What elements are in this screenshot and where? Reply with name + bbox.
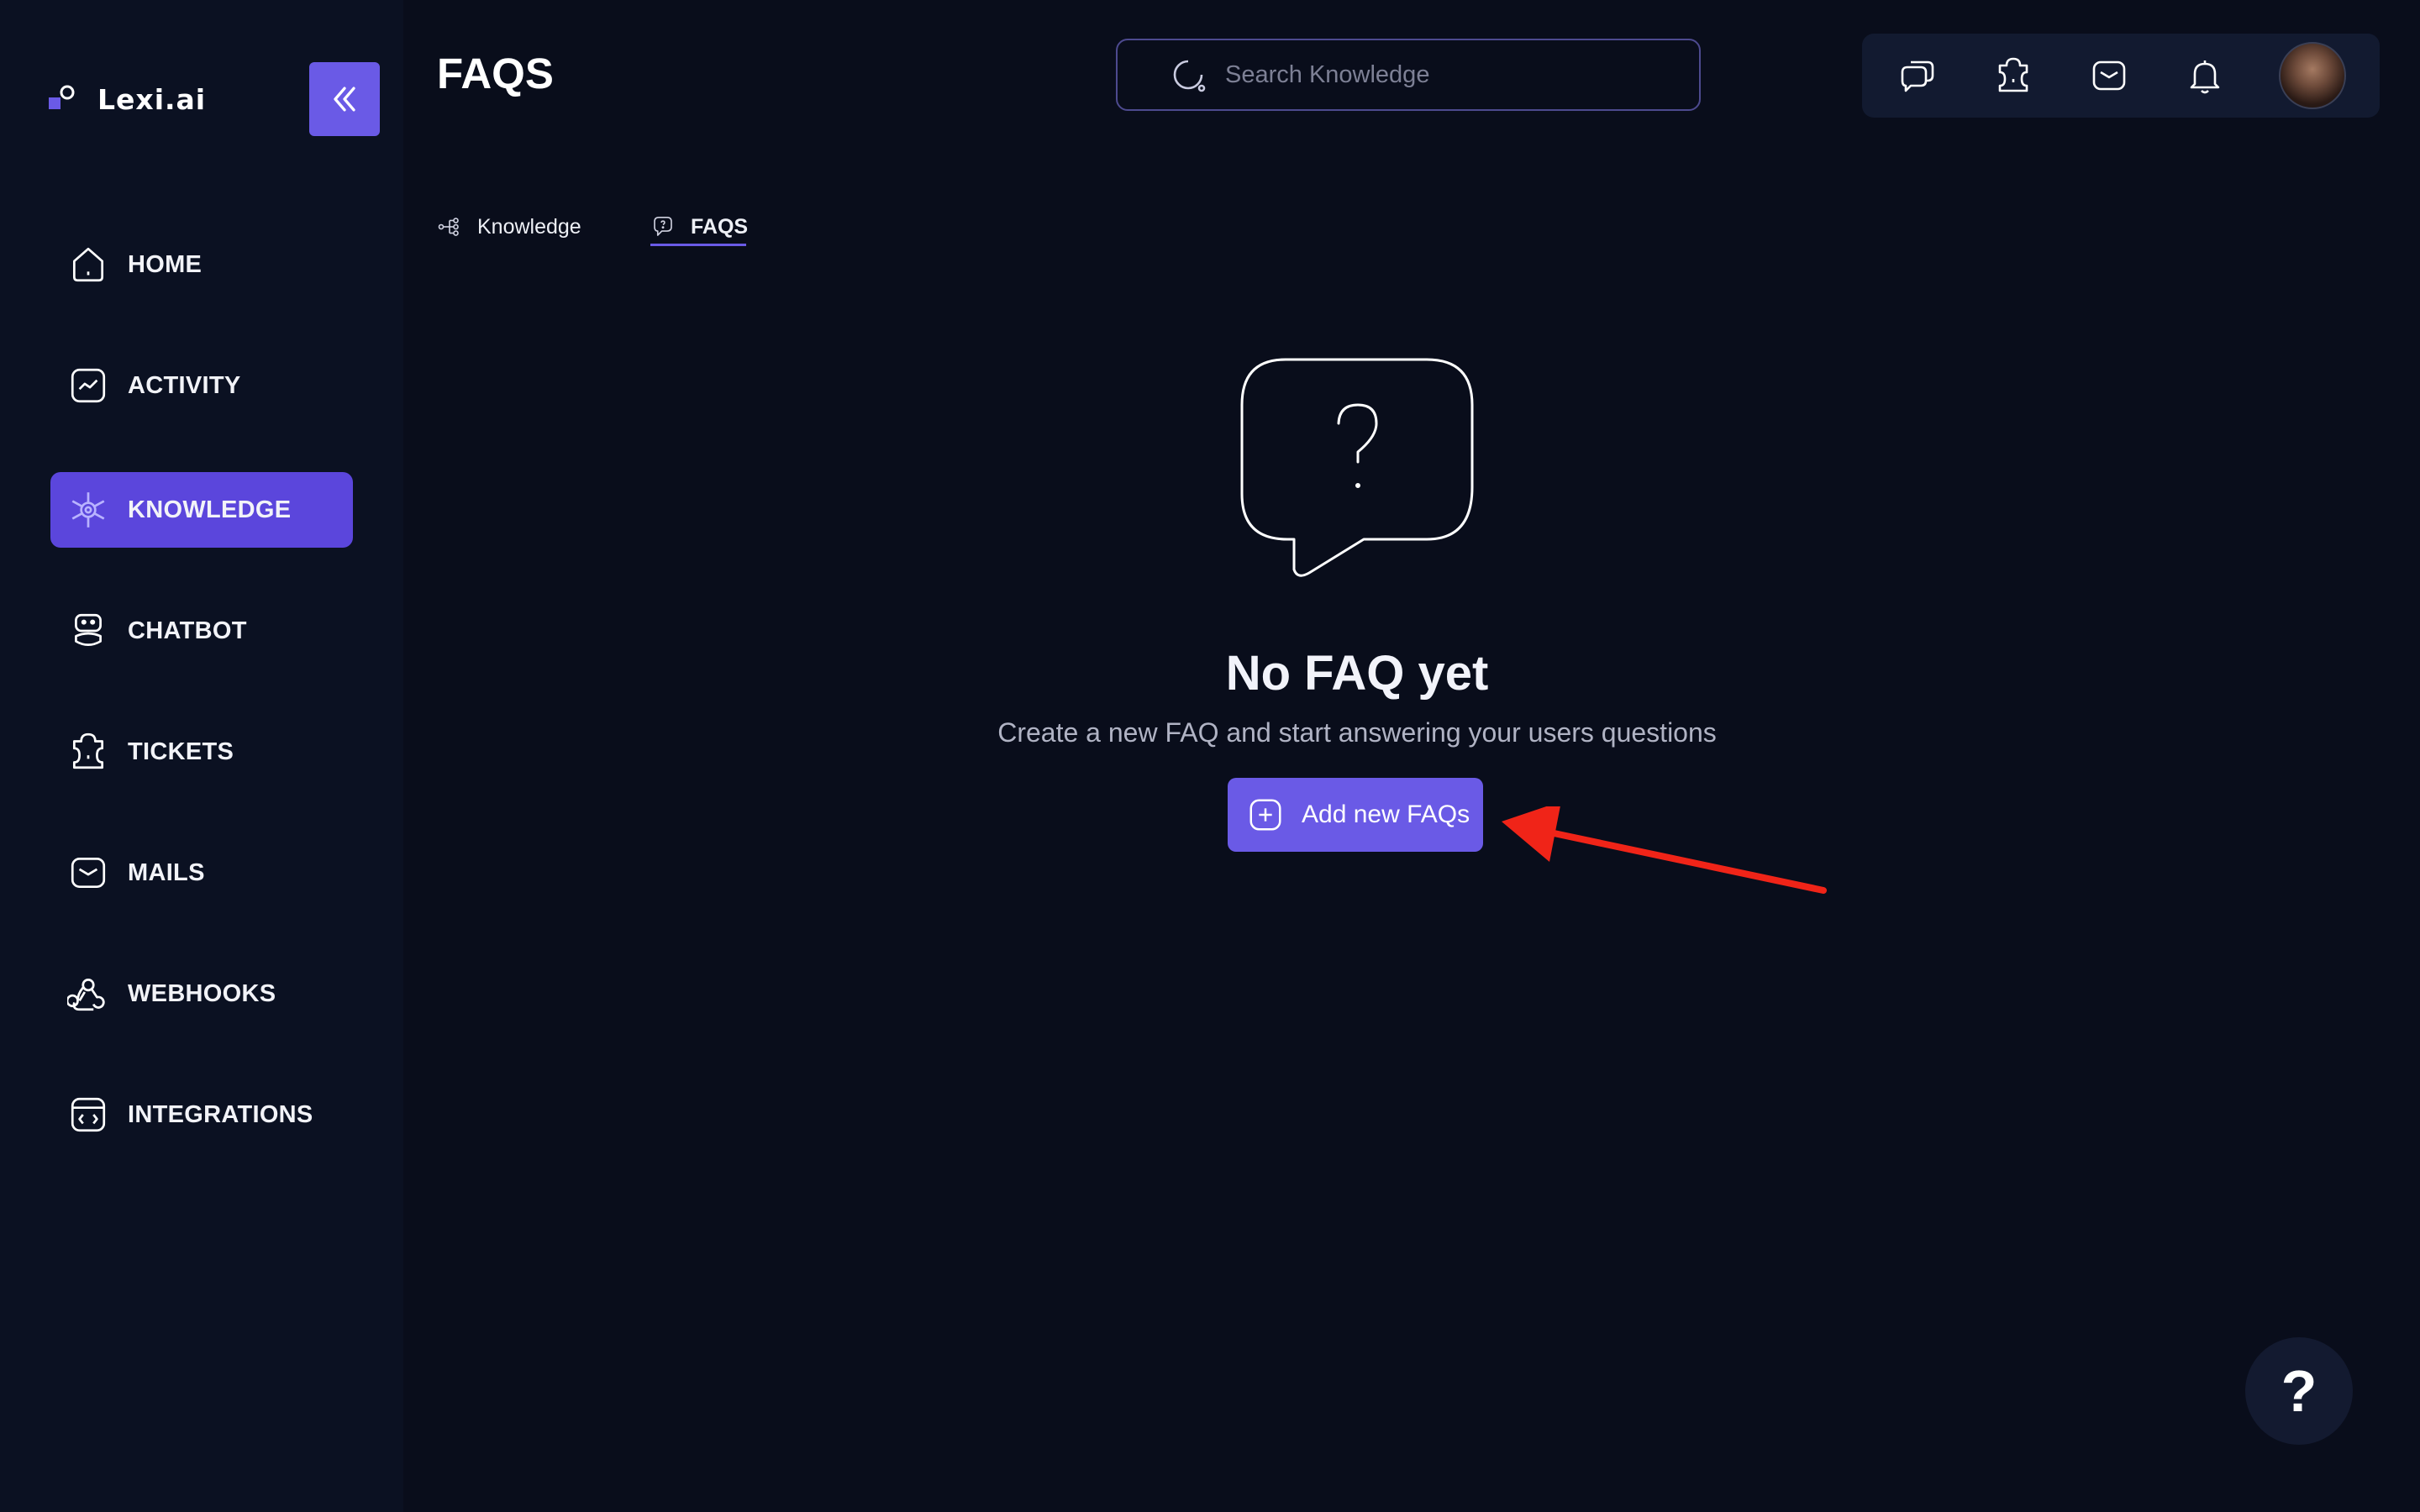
annotation-arrow — [1502, 806, 1827, 894]
sidebar-item-label: TICKETS — [128, 738, 234, 765]
sidebar-item-label: ACTIVITY — [128, 371, 241, 399]
sidebar-item-label: CHATBOT — [128, 617, 247, 644]
sidebar-item-label: MAILS — [128, 858, 205, 886]
logo-icon — [49, 85, 75, 109]
sidebar-item-knowledge[interactable]: KNOWLEDGE — [50, 472, 353, 548]
search-input[interactable] — [1223, 60, 1647, 90]
avatar[interactable] — [2279, 42, 2346, 109]
question-speech-bubble-icon — [1240, 358, 1474, 577]
sidebar-item-activity[interactable]: ACTIVITY — [50, 348, 353, 423]
empty-state-title: No FAQ yet — [1225, 646, 1489, 701]
question-bubble-icon — [654, 216, 672, 236]
sidebar-item-label: KNOWLEDGE — [128, 496, 292, 523]
app-name: Lexi.ai — [97, 82, 207, 116]
sidebar-item-label: INTEGRATIONS — [128, 1100, 313, 1128]
logo[interactable]: Lexi.ai — [47, 81, 206, 118]
code-window-icon — [67, 1094, 109, 1136]
sidebar-item-chatbot[interactable]: CHATBOT — [50, 593, 353, 669]
page-title: FAQS — [437, 50, 554, 97]
mail-icon[interactable] — [2087, 54, 2131, 97]
active-tab-indicator — [650, 244, 746, 246]
sidebar-item-mails[interactable]: MAILS — [50, 835, 353, 911]
add-new-faqs-button[interactable]: Add new FAQs — [1228, 778, 1483, 852]
add-new-faqs-label: Add new FAQs — [1302, 801, 1470, 828]
mail-icon — [67, 852, 109, 894]
sidebar-item-webhooks[interactable]: WEBHOOKS — [50, 956, 353, 1032]
ticket-icon — [67, 731, 109, 773]
search-icon — [1173, 60, 1206, 92]
knowledge-network-icon — [67, 489, 109, 531]
help-button[interactable]: ? — [2245, 1337, 2353, 1445]
tab-faqs[interactable]: FAQS — [650, 210, 748, 244]
bell-icon[interactable] — [2183, 54, 2227, 97]
tab-label: FAQS — [691, 214, 749, 239]
tree-structure-icon — [438, 218, 459, 236]
home-icon — [67, 244, 109, 286]
sidebar-item-tickets[interactable]: TICKETS — [50, 714, 353, 790]
sidebar-item-label: HOME — [128, 250, 203, 278]
tab-knowledge[interactable]: Knowledge — [437, 210, 581, 244]
robot-icon — [67, 610, 109, 652]
empty-state-subtitle: Create a new FAQ and start answering you… — [997, 717, 1717, 748]
collapse-sidebar-button[interactable] — [309, 62, 380, 136]
tab-label: Knowledge — [477, 214, 581, 239]
chevrons-left-icon — [334, 87, 355, 112]
activity-chart-icon — [67, 365, 109, 407]
search-bar[interactable] — [1116, 39, 1701, 111]
add-square-icon — [1249, 799, 1281, 831]
chat-bubbles-icon[interactable] — [1896, 54, 1939, 97]
ticket-icon[interactable] — [1991, 54, 2035, 97]
sidebar: Lexi.ai HOME ACTIVITY KNOWLEDGE CHATBOT … — [0, 0, 403, 1512]
sidebar-item-home[interactable]: HOME — [50, 227, 353, 302]
sidebar-item-label: WEBHOOKS — [128, 979, 276, 1007]
webhook-icon — [67, 973, 109, 1015]
sidebar-item-integrations[interactable]: INTEGRATIONS — [50, 1077, 353, 1152]
